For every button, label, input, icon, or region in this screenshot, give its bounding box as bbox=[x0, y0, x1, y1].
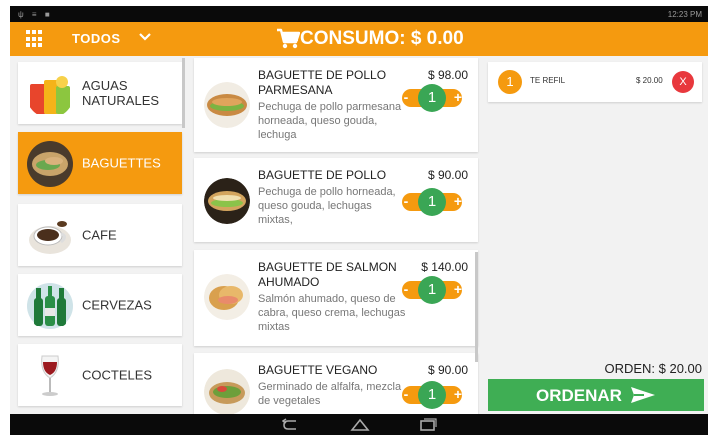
consumo-total: CONSUMO: $ 0.00 bbox=[300, 28, 464, 49]
decrease-button[interactable]: - bbox=[398, 282, 414, 298]
product-card[interactable]: BAGUETTE DE POLLO PARMESANA $ 98.00 Pech… bbox=[194, 58, 478, 152]
category-label: CERVEZAS bbox=[82, 297, 152, 313]
increase-button[interactable]: + bbox=[450, 194, 466, 210]
order-item: 1 TE REFIL $ 20.00 X bbox=[488, 62, 702, 102]
top-bar: TODOS CONSUMO: $ 0.00 bbox=[10, 22, 708, 56]
category-label: COCTELES bbox=[82, 367, 153, 383]
product-description: Pechuga de pollo parmesana horneada, que… bbox=[258, 101, 402, 141]
quantity-value: 1 bbox=[418, 84, 446, 112]
increase-button[interactable]: + bbox=[450, 387, 466, 403]
quantity-value: 1 bbox=[418, 188, 446, 216]
quantity-value: 1 bbox=[418, 276, 446, 304]
category-aguas-naturales[interactable]: AGUAS NATURALES bbox=[18, 62, 182, 124]
product-price: $ 90.00 bbox=[427, 363, 468, 377]
decrease-button[interactable]: - bbox=[398, 194, 414, 210]
category-cervezas[interactable]: CERVEZAS bbox=[18, 274, 182, 336]
product-image bbox=[204, 178, 250, 224]
product-price: $ 98.00 bbox=[427, 68, 468, 82]
quantity-stepper: - + 1 bbox=[396, 84, 468, 112]
product-card[interactable]: BAGUETTE DE SALMON AHUMADO $ 140.00 Salm… bbox=[194, 250, 478, 346]
baguette-plate-icon bbox=[27, 141, 73, 187]
coffee-cup-icon bbox=[29, 221, 71, 254]
product-card[interactable]: BAGUETTE VEGANO $ 90.00 Germinado de alf… bbox=[194, 353, 478, 414]
product-card[interactable]: BAGUETTE DE POLLO $ 90.00 Pechuga de pol… bbox=[194, 158, 478, 242]
remove-item-button[interactable]: X bbox=[672, 71, 694, 93]
main-area: AGUAS NATURALES BAGUETTES CAFE CERVEZAS … bbox=[10, 56, 708, 414]
ordenar-button[interactable]: ORDENAR bbox=[488, 379, 704, 411]
ordenar-label: ORDENAR bbox=[536, 386, 622, 405]
order-item-name: TE REFIL bbox=[530, 76, 566, 85]
product-image bbox=[204, 369, 250, 414]
product-name: BAGUETTE DE SALMON AHUMADO bbox=[258, 260, 397, 289]
categories-scrollbar[interactable] bbox=[182, 58, 185, 128]
category-cocteles[interactable]: COCTELES bbox=[18, 344, 182, 406]
order-item-price: $ 20.00 bbox=[636, 76, 663, 85]
order-item-qty: 1 bbox=[498, 70, 522, 94]
category-baguettes[interactable]: BAGUETTES bbox=[18, 132, 182, 194]
product-price: $ 140.00 bbox=[421, 260, 468, 274]
quantity-stepper: - + 1 bbox=[396, 188, 468, 216]
back-icon[interactable] bbox=[282, 417, 302, 432]
product-image bbox=[204, 82, 250, 128]
order-total: ORDEN: $ 20.00 bbox=[604, 361, 702, 376]
category-label: CAFE bbox=[82, 227, 117, 243]
product-name: BAGUETTE DE POLLO bbox=[258, 168, 387, 182]
wine-glass-icon bbox=[41, 355, 59, 396]
quantity-stepper: - + 1 bbox=[396, 276, 468, 304]
status-icons-left: ψ ≡ ■ bbox=[18, 10, 53, 19]
product-description: Pechuga de pollo horneada, queso gouda, … bbox=[258, 186, 396, 226]
recent-apps-icon[interactable] bbox=[418, 417, 438, 432]
system-nav-bar bbox=[10, 414, 708, 435]
category-label: AGUAS NATURALES bbox=[82, 78, 160, 108]
product-image bbox=[204, 274, 250, 320]
decrease-button[interactable]: - bbox=[398, 90, 414, 106]
category-filter[interactable]: TODOS bbox=[72, 31, 121, 46]
product-name: BAGUETTE VEGANO bbox=[258, 363, 378, 377]
chevron-down-icon[interactable] bbox=[138, 30, 152, 44]
send-icon bbox=[631, 387, 655, 403]
status-bar: ψ ≡ ■ 12:23 PM bbox=[10, 6, 708, 22]
product-description: Germinado de alfalfa, mezcla de vegetale… bbox=[258, 381, 402, 407]
increase-button[interactable]: + bbox=[450, 282, 466, 298]
products-scrollbar[interactable] bbox=[475, 252, 478, 362]
category-label: BAGUETTES bbox=[82, 155, 161, 171]
quantity-value: 1 bbox=[418, 381, 446, 409]
product-price: $ 90.00 bbox=[427, 168, 468, 182]
product-description: Salmón ahumado, queso de cabra, queso cr… bbox=[258, 293, 406, 333]
quantity-stepper: - + 1 bbox=[396, 381, 468, 409]
home-icon[interactable] bbox=[350, 417, 370, 432]
beer-bottles-icon bbox=[27, 283, 73, 329]
juice-glasses-icon bbox=[30, 76, 70, 114]
product-name: BAGUETTE DE POLLO PARMESANA bbox=[258, 68, 387, 97]
status-time: 12:23 PM bbox=[667, 10, 702, 19]
category-cafe[interactable]: CAFE bbox=[18, 204, 182, 266]
decrease-button[interactable]: - bbox=[398, 387, 414, 403]
cart-icon bbox=[277, 28, 300, 49]
grid-icon[interactable] bbox=[26, 30, 44, 48]
increase-button[interactable]: + bbox=[450, 90, 466, 106]
